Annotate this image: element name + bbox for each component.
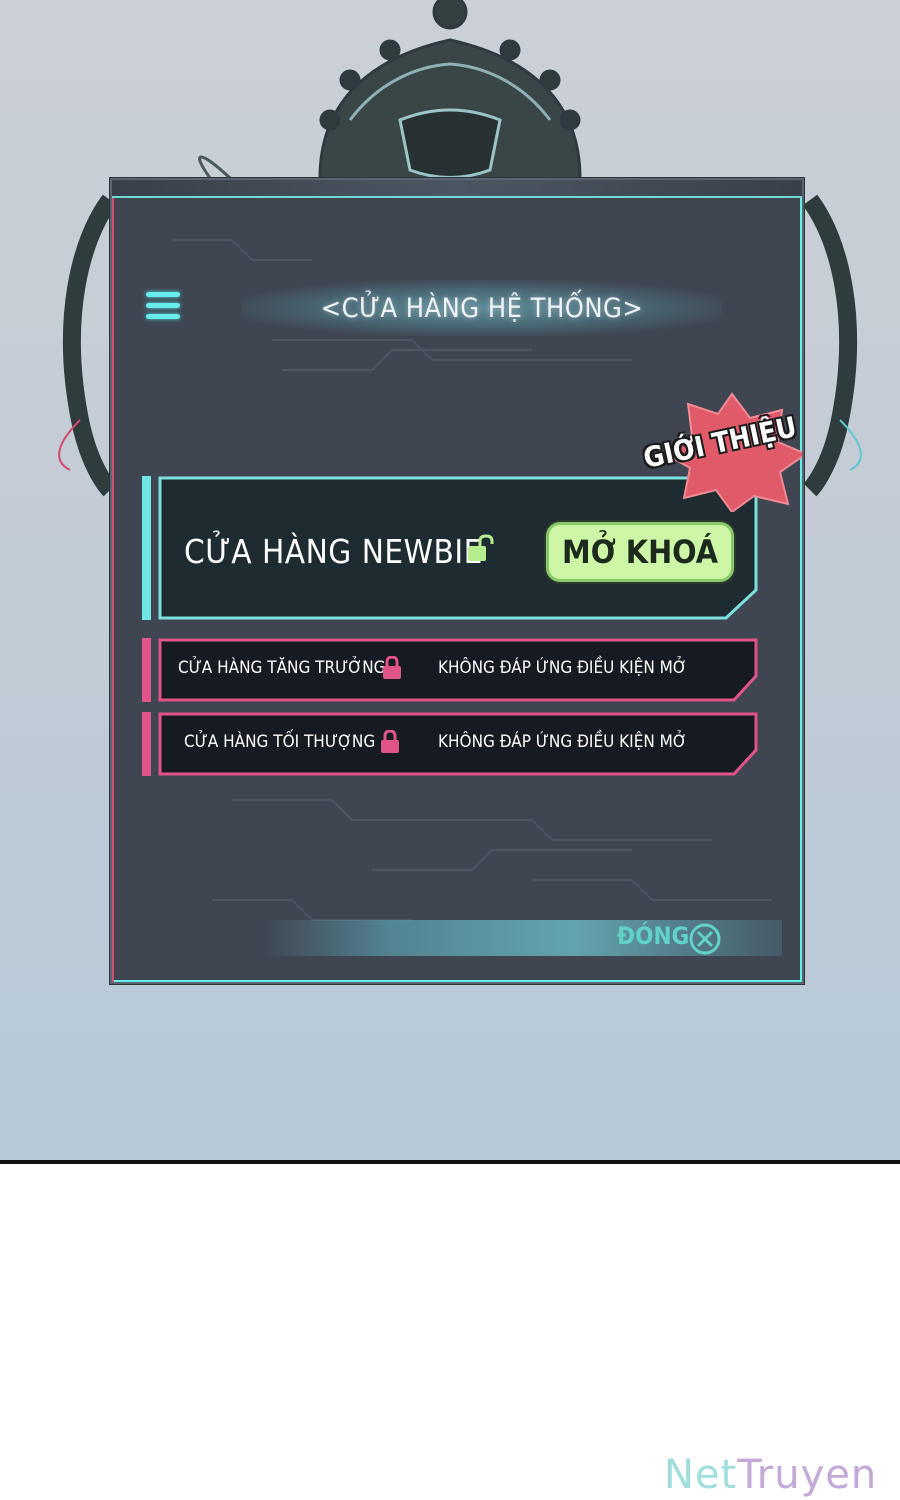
- padlock-icon: [381, 730, 399, 753]
- card-accent-bar: [142, 476, 151, 620]
- shop-name-supreme: CỬA HÀNG TỐI THƯỢNG: [184, 732, 376, 752]
- title-bar: <CỬA HÀNG HỆ THỐNG>: [242, 280, 722, 336]
- scene-background: <CỬA HÀNG HỆ THỐNG> CỬA HÀNG NEWBIE MỞ K…: [0, 0, 900, 1160]
- padlock-icon: [383, 656, 401, 679]
- shop-name-growth: CỬA HÀNG TĂNG TRƯỞNG: [178, 658, 386, 678]
- menu-icon[interactable]: [146, 292, 180, 322]
- site-watermark: NetTruyen: [664, 1452, 878, 1498]
- row-accent-bar: [142, 712, 151, 776]
- unlocked-padlock-icon: [468, 534, 494, 561]
- close-icon[interactable]: [688, 922, 722, 956]
- shop-status-growth: KHÔNG ĐÁP ỨNG ĐIỀU KIỆN MỞ: [438, 658, 687, 678]
- shop-status-supreme: KHÔNG ĐÁP ỨNG ĐIỀU KIỆN MỞ: [438, 732, 687, 752]
- row-accent-bar: [142, 638, 151, 702]
- page-title: <CỬA HÀNG HỆ THỐNG>: [320, 292, 644, 324]
- close-button[interactable]: ĐÓNG: [617, 922, 689, 950]
- shop-row-growth: CỬA HÀNG TĂNG TRƯỞNG KHÔNG ĐÁP ỨNG ĐIỀU …: [142, 638, 758, 702]
- panel-divider: [0, 1160, 900, 1164]
- unlock-button-label: MỞ KHOÁ: [561, 533, 719, 571]
- shop-name-newbie: CỬA HÀNG NEWBIE: [184, 532, 483, 571]
- system-shop-panel: <CỬA HÀNG HỆ THỐNG> CỬA HÀNG NEWBIE MỞ K…: [110, 178, 804, 984]
- shop-row-supreme: CỬA HÀNG TỐI THƯỢNG KHÔNG ĐÁP ỨNG ĐIỀU K…: [142, 712, 758, 776]
- unlock-button[interactable]: MỞ KHOÁ: [546, 522, 734, 582]
